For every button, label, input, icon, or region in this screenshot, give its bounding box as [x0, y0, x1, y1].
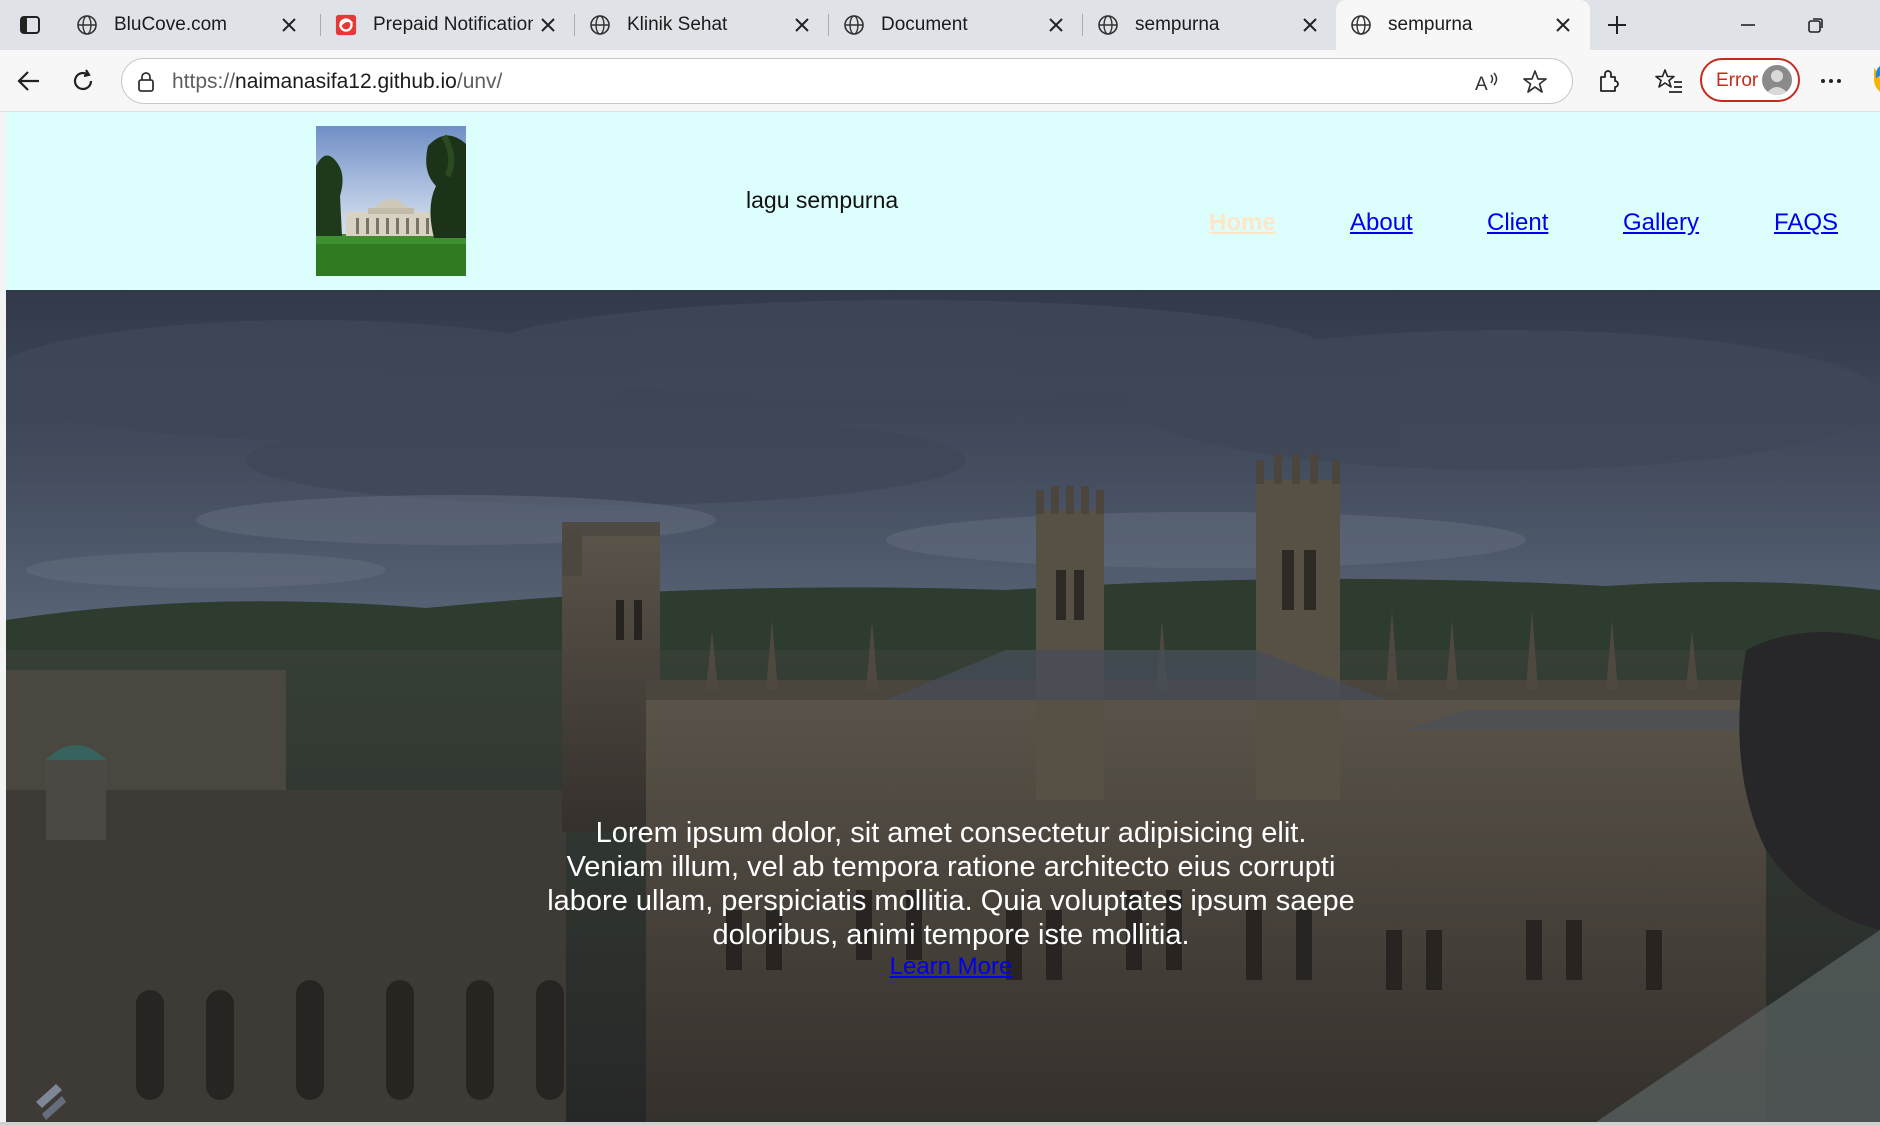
plus-icon	[1608, 16, 1626, 34]
hero-section: Lorem ipsum dolor, sit amet consectetur …	[6, 290, 1880, 1122]
tab-sempurna[interactable]: sempurna	[1083, 0, 1337, 50]
globe-icon	[843, 14, 865, 36]
tab-title: Document	[881, 14, 968, 35]
puzzle-icon	[1600, 70, 1619, 92]
site-badge-icon[interactable]	[32, 1080, 68, 1120]
url-path: /unv/	[456, 70, 503, 93]
tab-title: BluCove.com	[114, 14, 227, 35]
tab-title: sempurna	[1388, 14, 1473, 35]
hero-background-image	[6, 290, 1880, 1122]
site-header: lagu sempurna Home About Client Gallery …	[6, 112, 1880, 290]
tab-blucove[interactable]: BluCove.com	[62, 0, 316, 50]
extensions-button[interactable]	[1590, 62, 1628, 100]
minimize-button[interactable]	[1728, 8, 1768, 42]
web-page: lagu sempurna Home About Client Gallery …	[6, 112, 1880, 1122]
profile-error-button[interactable]: Error	[1700, 58, 1800, 102]
favorite-star-icon[interactable]	[1520, 67, 1550, 97]
back-button[interactable]	[10, 62, 48, 100]
refresh-button[interactable]	[64, 62, 102, 100]
tab-title: sempurna	[1135, 14, 1220, 35]
globe-icon	[1350, 14, 1372, 36]
hero-text: Lorem ipsum dolor, sit amet consectetur …	[547, 817, 1355, 951]
browser-toolbar: https://naimanasifa12.github.io/unv/ A E…	[0, 50, 1880, 112]
nav-faqs-link[interactable]: FAQS	[1774, 209, 1838, 237]
avatar	[1762, 65, 1792, 95]
tab-strip: BluCove.com Prepaid Notification Klinik …	[0, 0, 1880, 50]
close-icon[interactable]	[791, 14, 813, 36]
minimize-icon	[1741, 24, 1755, 26]
nav-about-link[interactable]: About	[1350, 209, 1413, 237]
copilot-icon[interactable]	[1868, 64, 1880, 96]
tab-actions-icon[interactable]	[12, 10, 48, 40]
logo-campus-image	[316, 126, 466, 276]
nav-gallery-link[interactable]: Gallery	[1623, 209, 1699, 237]
refresh-icon	[73, 69, 93, 91]
url-scheme: https://	[172, 70, 236, 93]
nav-home-link[interactable]: Home	[1209, 209, 1276, 237]
close-icon[interactable]	[278, 14, 300, 36]
read-aloud-icon[interactable]: A	[1472, 67, 1502, 97]
close-icon[interactable]	[1045, 14, 1067, 36]
url-text[interactable]: https://naimanasifa12.github.io/unv/	[172, 70, 502, 94]
globe-icon	[589, 14, 611, 36]
new-tab-button[interactable]	[1600, 8, 1634, 42]
address-bar[interactable]: https://naimanasifa12.github.io/unv/ A	[121, 58, 1573, 104]
close-icon[interactable]	[1552, 14, 1574, 36]
globe-icon	[1097, 14, 1119, 36]
nav-client-link[interactable]: Client	[1487, 209, 1548, 237]
lock-icon[interactable]	[134, 70, 158, 94]
favorites-list-icon	[1655, 69, 1682, 93]
tab-document[interactable]: Document	[829, 0, 1083, 50]
tab-title: Klinik Sehat	[627, 14, 728, 35]
tab-sempurna-active[interactable]: sempurna	[1336, 0, 1590, 50]
settings-menu-button[interactable]	[1812, 62, 1850, 100]
back-arrow-icon	[17, 71, 39, 91]
site-title: lagu sempurna	[746, 187, 899, 213]
close-icon[interactable]	[1299, 14, 1321, 36]
close-icon[interactable]	[537, 14, 559, 36]
restore-icon	[1808, 18, 1823, 33]
tab-title: Prepaid Notification	[373, 14, 533, 35]
url-host: naimanasifa12.github.io	[235, 70, 457, 93]
prepaid-logo-icon	[335, 14, 357, 36]
tab-prepaid-notification[interactable]: Prepaid Notification	[321, 0, 575, 50]
learn-more-link[interactable]: Learn More	[6, 953, 1880, 981]
more-dots-icon	[1821, 79, 1841, 83]
profile-status-text: Error	[1716, 70, 1759, 91]
svg-text:A: A	[1475, 74, 1488, 93]
tab-klinik-sehat[interactable]: Klinik Sehat	[575, 0, 829, 50]
globe-icon	[76, 14, 98, 36]
restore-button[interactable]	[1796, 8, 1836, 42]
favorites-button[interactable]	[1650, 62, 1688, 100]
